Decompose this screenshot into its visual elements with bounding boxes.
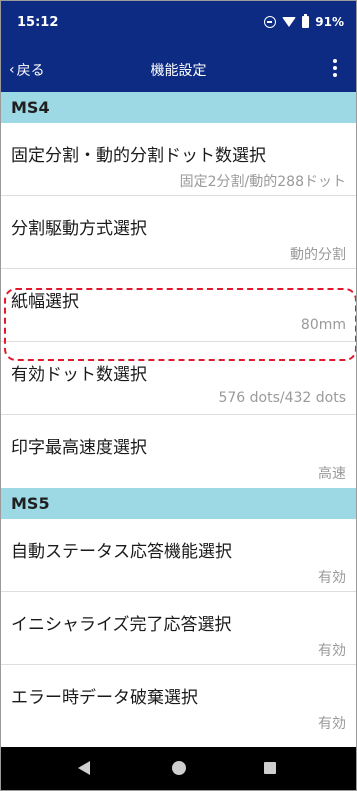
more-vert-icon[interactable] [332,59,338,79]
list-item[interactable]: 有効ドット数選択 576 dots/432 dots [1,342,356,415]
system-nav-bar [1,747,356,790]
phone-screen: 15:12 91% ‹ 戻る 機能設定 MS4 固定分割・動的分割ドット数選択 … [0,0,357,791]
status-time: 15:12 [17,15,59,30]
battery-icon [302,14,310,28]
item-label: 分割駆動方式選択 [11,219,147,239]
status-icons: 91% [264,14,344,29]
item-value: 固定2分割/動的288ドット [179,174,346,190]
item-value: 80mm [300,317,346,333]
page-title: 機能設定 [150,63,207,79]
section-header-ms4: MS4 [1,92,356,123]
item-value: 有効 [318,643,346,659]
do-not-disturb-icon [264,16,277,28]
list-item-paper-width[interactable]: 紙幅選択 80mm [1,269,356,342]
list-item[interactable]: 印字最高速度選択 高速 [1,415,356,488]
item-label: 自動ステータス応答機能選択 [11,542,232,562]
settings-list: MS4 固定分割・動的分割ドット数選択 固定2分割/動的288ドット 分割駆動方… [1,92,356,738]
section-header-ms5: MS5 [1,488,356,519]
list-item[interactable]: 自動ステータス応答機能選択 有効 [1,519,356,592]
wifi-icon [282,17,297,27]
item-value: 有効 [318,570,346,586]
item-label: 紙幅選択 [11,292,79,312]
list-item[interactable]: イニシャライズ完了応答選択 有効 [1,592,356,665]
battery-percent: 91% [315,15,344,29]
nav-home-icon[interactable] [172,761,186,775]
item-value: 576 dots/432 dots [218,390,346,406]
nav-back-icon[interactable] [78,761,90,775]
item-label: 有効ドット数選択 [11,365,147,385]
item-value: 有効 [318,716,346,732]
item-label: 固定分割・動的分割ドット数選択 [11,146,266,166]
item-label: イニシャライズ完了応答選択 [11,615,232,635]
list-item[interactable]: エラー時データ破棄選択 有効 [1,665,356,738]
item-value: 動的分割 [290,247,346,263]
item-label: エラー時データ破棄選択 [11,688,198,708]
item-label: 印字最高速度選択 [11,438,147,458]
item-value: 高速 [318,466,346,482]
app-bar: ‹ 戻る 機能設定 [1,47,356,92]
nav-recents-icon[interactable] [264,762,276,774]
list-item[interactable]: 固定分割・動的分割ドット数選択 固定2分割/動的288ドット [1,123,356,196]
list-item[interactable]: 分割駆動方式選択 動的分割 [1,196,356,269]
status-bar: 15:12 91% [1,1,356,47]
